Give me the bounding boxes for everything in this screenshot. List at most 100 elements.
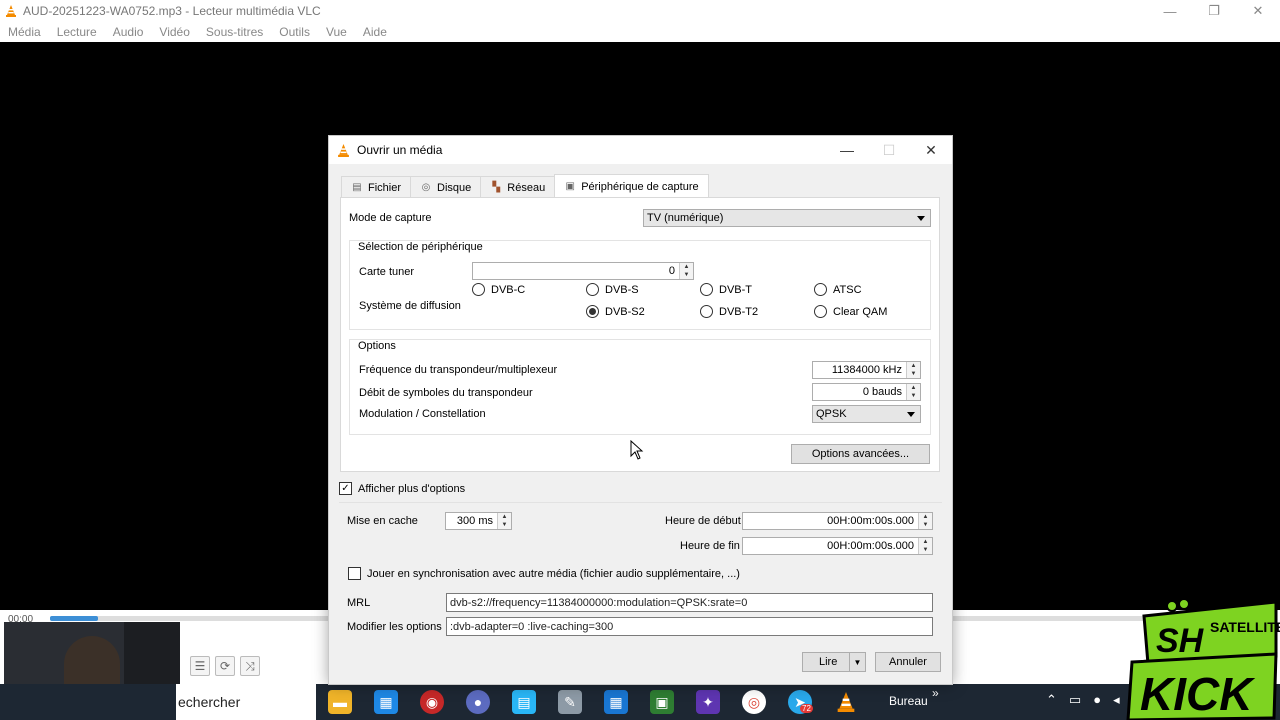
network-icon: ▚ bbox=[492, 182, 501, 193]
app-green-icon[interactable]: ▣ bbox=[650, 690, 674, 714]
file-explorer-icon[interactable]: ▬ bbox=[328, 690, 352, 714]
mrl-field[interactable]: dvb-s2://frequency=11384000000:modulatio… bbox=[446, 593, 933, 612]
advanced-options-button[interactable]: Options avancées... bbox=[791, 444, 930, 464]
menu-media[interactable]: Média bbox=[8, 25, 41, 39]
open-media-dialog: Ouvrir un média — ☐ ✕ ▤ Fichier ◎ Disque… bbox=[328, 135, 953, 685]
radio-dvb-c[interactable]: DVB-C bbox=[472, 283, 525, 296]
mrl-label: MRL bbox=[347, 597, 371, 609]
seek-bar-fill bbox=[50, 616, 98, 621]
frequency-spinbox[interactable]: 11384000 kHz ▲ ▼ bbox=[812, 361, 921, 379]
tray-volume-icon[interactable]: ◂ bbox=[1113, 692, 1120, 708]
capture-tab-panel: Mode de capture TV (numérique) Sélection… bbox=[340, 197, 940, 472]
tray-expand-icon[interactable]: ⌃ bbox=[1046, 692, 1057, 708]
radio-dot bbox=[814, 283, 827, 296]
app-tool-icon[interactable]: ✎ bbox=[558, 690, 582, 714]
menu-video[interactable]: Vidéo bbox=[159, 25, 189, 39]
tab-fichier[interactable]: ▤ Fichier bbox=[341, 176, 412, 198]
edit-options-field[interactable]: :dvb-adapter=0 :live-caching=300 bbox=[446, 617, 933, 636]
capture-mode-select[interactable]: TV (numérique) bbox=[643, 209, 931, 227]
chrome-icon[interactable]: ◎ bbox=[742, 690, 766, 714]
radio-dvb-t2[interactable]: DVB-T2 bbox=[700, 305, 758, 318]
store-icon[interactable]: ▦ bbox=[374, 690, 398, 714]
tuner-value: 0 bbox=[668, 265, 675, 277]
vlc-title-bar: AUD-20251223-WA0752.mp3 - Lecteur multim… bbox=[0, 0, 1280, 22]
spin-arrows-icon[interactable]: ▲ ▼ bbox=[679, 263, 693, 279]
radio-atsc[interactable]: ATSC bbox=[814, 283, 862, 296]
start-time-spinbox[interactable]: 00H:00m:00s.000 ▲ ▼ bbox=[742, 512, 933, 530]
dialog-minimize-button[interactable]: — bbox=[826, 136, 868, 164]
spin-arrows-icon[interactable]: ▲ ▼ bbox=[906, 384, 920, 400]
start-time-value: 00H:00m:00s.000 bbox=[827, 515, 914, 527]
radio-dvb-t2-label: DVB-T2 bbox=[719, 305, 759, 318]
app-notes-icon[interactable]: ▤ bbox=[512, 690, 536, 714]
dialog-title: Ouvrir un média bbox=[357, 143, 443, 157]
menu-tools[interactable]: Outils bbox=[279, 25, 310, 39]
chevron-down-icon bbox=[907, 412, 915, 417]
menu-subtitles[interactable]: Sous-titres bbox=[206, 25, 263, 39]
menu-help[interactable]: Aide bbox=[363, 25, 387, 39]
tray-network-icon[interactable]: ▭ bbox=[1069, 692, 1081, 708]
tab-reseau-label: Réseau bbox=[507, 181, 546, 194]
calculator-icon[interactable]: ▦ bbox=[604, 690, 628, 714]
dialog-vlc-icon bbox=[338, 143, 349, 157]
menu-bar: Média Lecture Audio Vidéo Sous-titres Ou… bbox=[0, 22, 1280, 42]
cancel-button[interactable]: Annuler bbox=[875, 652, 941, 672]
radio-dot bbox=[472, 283, 485, 296]
tuner-spinbox[interactable]: 0 ▲ ▼ bbox=[472, 262, 694, 280]
symbol-rate-value: 0 bauds bbox=[862, 386, 902, 398]
modulation-label: Modulation / Constellation bbox=[359, 408, 486, 420]
menu-audio[interactable]: Audio bbox=[113, 25, 144, 39]
app-circle-icon[interactable]: ● bbox=[466, 690, 490, 714]
window-title: AUD-20251223-WA0752.mp3 - Lecteur multim… bbox=[23, 4, 321, 18]
radio-dvb-s2[interactable]: DVB-S2 bbox=[586, 305, 645, 318]
capture-mode-label: Mode de capture bbox=[349, 212, 432, 224]
disc-icon: ◎ bbox=[421, 182, 431, 193]
checkbox-checked-icon: ✓ bbox=[339, 482, 352, 495]
modulation-select[interactable]: QPSK bbox=[812, 405, 921, 423]
radio-dvb-t[interactable]: DVB-T bbox=[700, 283, 752, 296]
tray-mic-icon[interactable]: ● bbox=[1093, 692, 1101, 708]
taskbar-search[interactable]: echercher bbox=[176, 684, 316, 720]
tab-capture[interactable]: ▣ Périphérique de capture bbox=[554, 174, 709, 198]
desktop-label[interactable]: Bureau bbox=[889, 694, 928, 708]
menu-lecture[interactable]: Lecture bbox=[57, 25, 97, 39]
toolbar-chevron[interactable]: » bbox=[932, 686, 939, 700]
tab-disque[interactable]: ◎ Disque bbox=[410, 176, 482, 198]
play-button-label: Lire bbox=[819, 656, 838, 668]
frequency-value: 11384000 kHz bbox=[831, 364, 902, 376]
radio-clear-qam[interactable]: Clear QAM bbox=[814, 305, 887, 318]
playlist-icon[interactable]: ☰ bbox=[190, 656, 210, 676]
dialog-close-button[interactable]: ✕ bbox=[910, 136, 952, 164]
radio-dot-selected bbox=[586, 305, 599, 318]
menu-view[interactable]: Vue bbox=[326, 25, 347, 39]
capture-mode-value: TV (numérique) bbox=[647, 212, 724, 224]
app-satellite-icon[interactable]: ✦ bbox=[696, 690, 720, 714]
symbol-rate-label: Débit de symboles du transpondeur bbox=[359, 387, 533, 399]
app-record-icon[interactable]: ◉ bbox=[420, 690, 444, 714]
show-more-options-checkbox[interactable]: ✓ Afficher plus d'options bbox=[339, 482, 465, 495]
vlc-taskbar-icon[interactable] bbox=[834, 690, 858, 714]
end-time-spinbox[interactable]: 00H:00m:00s.000 ▲ ▼ bbox=[742, 537, 933, 555]
shuffle-icon[interactable]: ⤨ bbox=[240, 656, 260, 676]
spin-arrows-icon[interactable]: ▲ ▼ bbox=[497, 513, 511, 529]
chevron-down-icon[interactable]: ▼ bbox=[849, 653, 865, 671]
radio-dvb-s[interactable]: DVB-S bbox=[586, 283, 639, 296]
start-time-label: Heure de début bbox=[665, 515, 741, 527]
spin-arrows-icon[interactable]: ▲ ▼ bbox=[918, 538, 932, 554]
spin-arrows-icon[interactable]: ▲ ▼ bbox=[906, 362, 920, 378]
symbol-rate-spinbox[interactable]: 0 bauds ▲ ▼ bbox=[812, 383, 921, 401]
minimize-button[interactable]: — bbox=[1148, 0, 1192, 22]
cache-value: 300 ms bbox=[456, 515, 493, 527]
sync-media-checkbox[interactable]: Jouer en synchronisation avec autre médi… bbox=[348, 567, 740, 580]
maximize-button[interactable]: ❐ bbox=[1192, 0, 1236, 22]
play-button[interactable]: Lire ▼ bbox=[802, 652, 866, 672]
radio-clear-qam-label: Clear QAM bbox=[833, 305, 888, 318]
loop-icon[interactable]: ⟳ bbox=[215, 656, 235, 676]
close-button[interactable]: ✕ bbox=[1236, 0, 1280, 22]
spin-arrows-icon[interactable]: ▲ ▼ bbox=[918, 513, 932, 529]
cache-spinbox[interactable]: 300 ms ▲ ▼ bbox=[445, 512, 512, 530]
svg-text:SH: SH bbox=[1156, 622, 1205, 660]
sh-satellite-kick-logo: SH SATELLITE KICK bbox=[1126, 598, 1280, 720]
end-time-value: 00H:00m:00s.000 bbox=[827, 540, 914, 552]
tab-reseau[interactable]: ▚ Réseau bbox=[480, 176, 556, 198]
